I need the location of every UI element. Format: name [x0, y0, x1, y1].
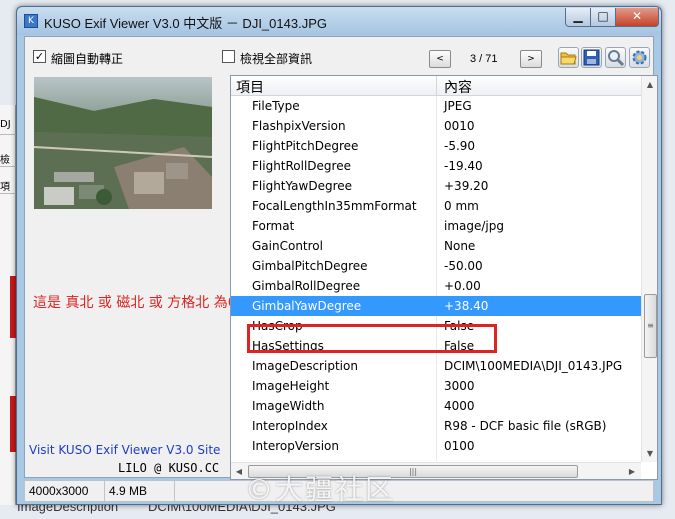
table-rows: FileType JPEG FlashpixVersion 0010 FlightPit… — [231, 96, 641, 456]
status-file-size: 4.9 MB — [105, 481, 175, 501]
row-item-name: ImageWidth — [252, 399, 325, 413]
row-item-value: +0.00 — [444, 279, 481, 293]
scroll-right-button[interactable]: ▶ — [624, 463, 640, 479]
row-item-value: 0010 — [444, 119, 475, 133]
highlight-box — [247, 324, 497, 353]
annotation-text: 這是 真北 或 磁北 或 方格北 為0？ — [33, 295, 251, 311]
column-divider[interactable] — [436, 76, 437, 96]
close-button[interactable]: ✕ — [615, 8, 659, 27]
app-icon: K — [24, 14, 38, 28]
zoom-icon[interactable] — [605, 47, 626, 68]
table-row[interactable]: GimbalRollDegree +0.00 — [231, 276, 641, 296]
column-header-item[interactable]: 項目 — [236, 77, 264, 97]
background-cell: 項 — [0, 178, 16, 194]
row-item-value: None — [444, 239, 476, 253]
row-item-name: FlightPitchDegree — [252, 139, 359, 153]
row-item-value: 4000 — [444, 399, 475, 413]
row-item-value: +39.20 — [444, 179, 489, 193]
row-item-name: GimbalRollDegree — [252, 279, 361, 293]
row-item-value: JPEG — [444, 99, 472, 113]
row-item-value: DCIM\100MEDIA\DJI_0143.JPG — [444, 359, 623, 373]
next-button[interactable]: > — [520, 50, 542, 68]
auto-rotate-label: 縮圖自動轉正 — [51, 52, 124, 66]
table-row[interactable]: GimbalPitchDegree -50.00 — [231, 256, 641, 276]
row-item-name: FlightRollDegree — [252, 159, 351, 173]
background-cell: 檢 — [0, 151, 16, 167]
row-item-value: R98 - DCF basic file (sRGB) — [444, 419, 607, 433]
table-row[interactable]: InteropVersion 0100 — [231, 436, 641, 456]
show-all-label: 檢視全部資訊 — [240, 52, 313, 66]
save-icon[interactable] — [581, 47, 602, 68]
credit-text: LILO @ KUSO.CC — [118, 461, 220, 475]
window-title: KUSO Exif Viewer V3.0 中文版 － DJI_0143.JPG — [44, 16, 327, 31]
minimize-button[interactable]: ▁ — [565, 8, 591, 27]
table-row[interactable]: FlashpixVersion 0010 — [231, 116, 641, 136]
row-item-value: +38.40 — [444, 299, 489, 313]
thumbnail-image — [34, 77, 212, 209]
open-folder-icon[interactable] — [558, 47, 579, 68]
page-indicator: 3 / 71 — [470, 53, 498, 65]
client-area: ✓ 縮圖自動轉正 這是 真北 或 磁北 或 方格北 為0？ Visit KUSO… — [24, 36, 658, 480]
scroll-thumb[interactable]: ≡ — [644, 294, 657, 358]
vertical-scrollbar[interactable]: ▲ ≡ ▼ — [641, 76, 657, 462]
table-row[interactable]: ImageWidth 4000 — [231, 396, 641, 416]
row-item-value: -19.40 — [444, 159, 483, 173]
row-item-name: GainControl — [252, 239, 323, 253]
maximize-button[interactable]: □ — [590, 8, 616, 27]
table-row[interactable]: ImageHeight 3000 — [231, 376, 641, 396]
auto-rotate-checkbox[interactable]: ✓ — [33, 50, 46, 63]
table-row[interactable]: FlightYawDegree +39.20 — [231, 176, 641, 196]
site-link[interactable]: Visit KUSO Exif Viewer V3.0 Site — [29, 443, 220, 457]
row-item-value: -50.00 — [444, 259, 483, 273]
row-item-name: FlashpixVersion — [252, 119, 346, 133]
column-header-value[interactable]: 內容 — [444, 77, 472, 97]
table-row[interactable]: InteropIndex R98 - DCF basic file (sRGB) — [231, 416, 641, 436]
status-dimensions: 4000x3000 — [25, 481, 105, 501]
row-item-name: FileType — [252, 99, 300, 113]
row-item-value: 0100 — [444, 439, 475, 453]
table-row[interactable]: FlightPitchDegree -5.90 — [231, 136, 641, 156]
show-all-checkbox[interactable] — [222, 50, 235, 63]
table-row[interactable]: FlightRollDegree -19.40 — [231, 156, 641, 176]
previous-button[interactable]: < — [429, 50, 451, 68]
exif-table: 項目 內容 FileType JPEG FlashpixVersion 0010 Fli… — [230, 75, 658, 480]
row-item-name: GimbalYawDegree — [252, 299, 362, 313]
table-row[interactable]: FocalLengthIn35mmFormat 0 mm — [231, 196, 641, 216]
row-item-name: FlightYawDegree — [252, 179, 353, 193]
table-row[interactable]: GainControl None — [231, 236, 641, 256]
table-row[interactable]: GimbalYawDegree +38.40 — [231, 296, 641, 316]
table-row[interactable]: Format image/jpg — [231, 216, 641, 236]
table-row[interactable]: ImageDescription DCIM\100MEDIA\DJI_0143.J… — [231, 356, 641, 376]
background-cell: DJ — [0, 119, 16, 135]
title-bar[interactable]: K KUSO Exif Viewer V3.0 中文版 － DJI_0143.J… — [17, 7, 661, 35]
scroll-up-button[interactable]: ▲ — [642, 76, 657, 93]
row-item-name: FocalLengthIn35mmFormat — [252, 199, 417, 213]
table-header: 項目 內容 — [231, 76, 641, 96]
row-item-value: 0 mm — [444, 199, 479, 213]
row-item-name: ImageHeight — [252, 379, 330, 393]
exif-viewer-window: K KUSO Exif Viewer V3.0 中文版 － DJI_0143.J… — [16, 6, 662, 505]
table-row[interactable]: FileType JPEG — [231, 96, 641, 116]
watermark: ©大疆社区 — [245, 473, 396, 506]
row-item-name: GimbalPitchDegree — [252, 259, 368, 273]
row-item-value: -5.90 — [444, 139, 476, 153]
row-item-name: InteropIndex — [252, 419, 328, 433]
scroll-down-button[interactable]: ▼ — [642, 445, 657, 462]
row-item-value: 3000 — [444, 379, 475, 393]
row-item-name: InteropVersion — [252, 439, 339, 453]
row-item-name: Format — [252, 219, 295, 233]
row-item-value: image/jpg — [444, 219, 504, 233]
row-item-name: ImageDescription — [252, 359, 358, 373]
settings-icon[interactable] — [629, 47, 650, 68]
